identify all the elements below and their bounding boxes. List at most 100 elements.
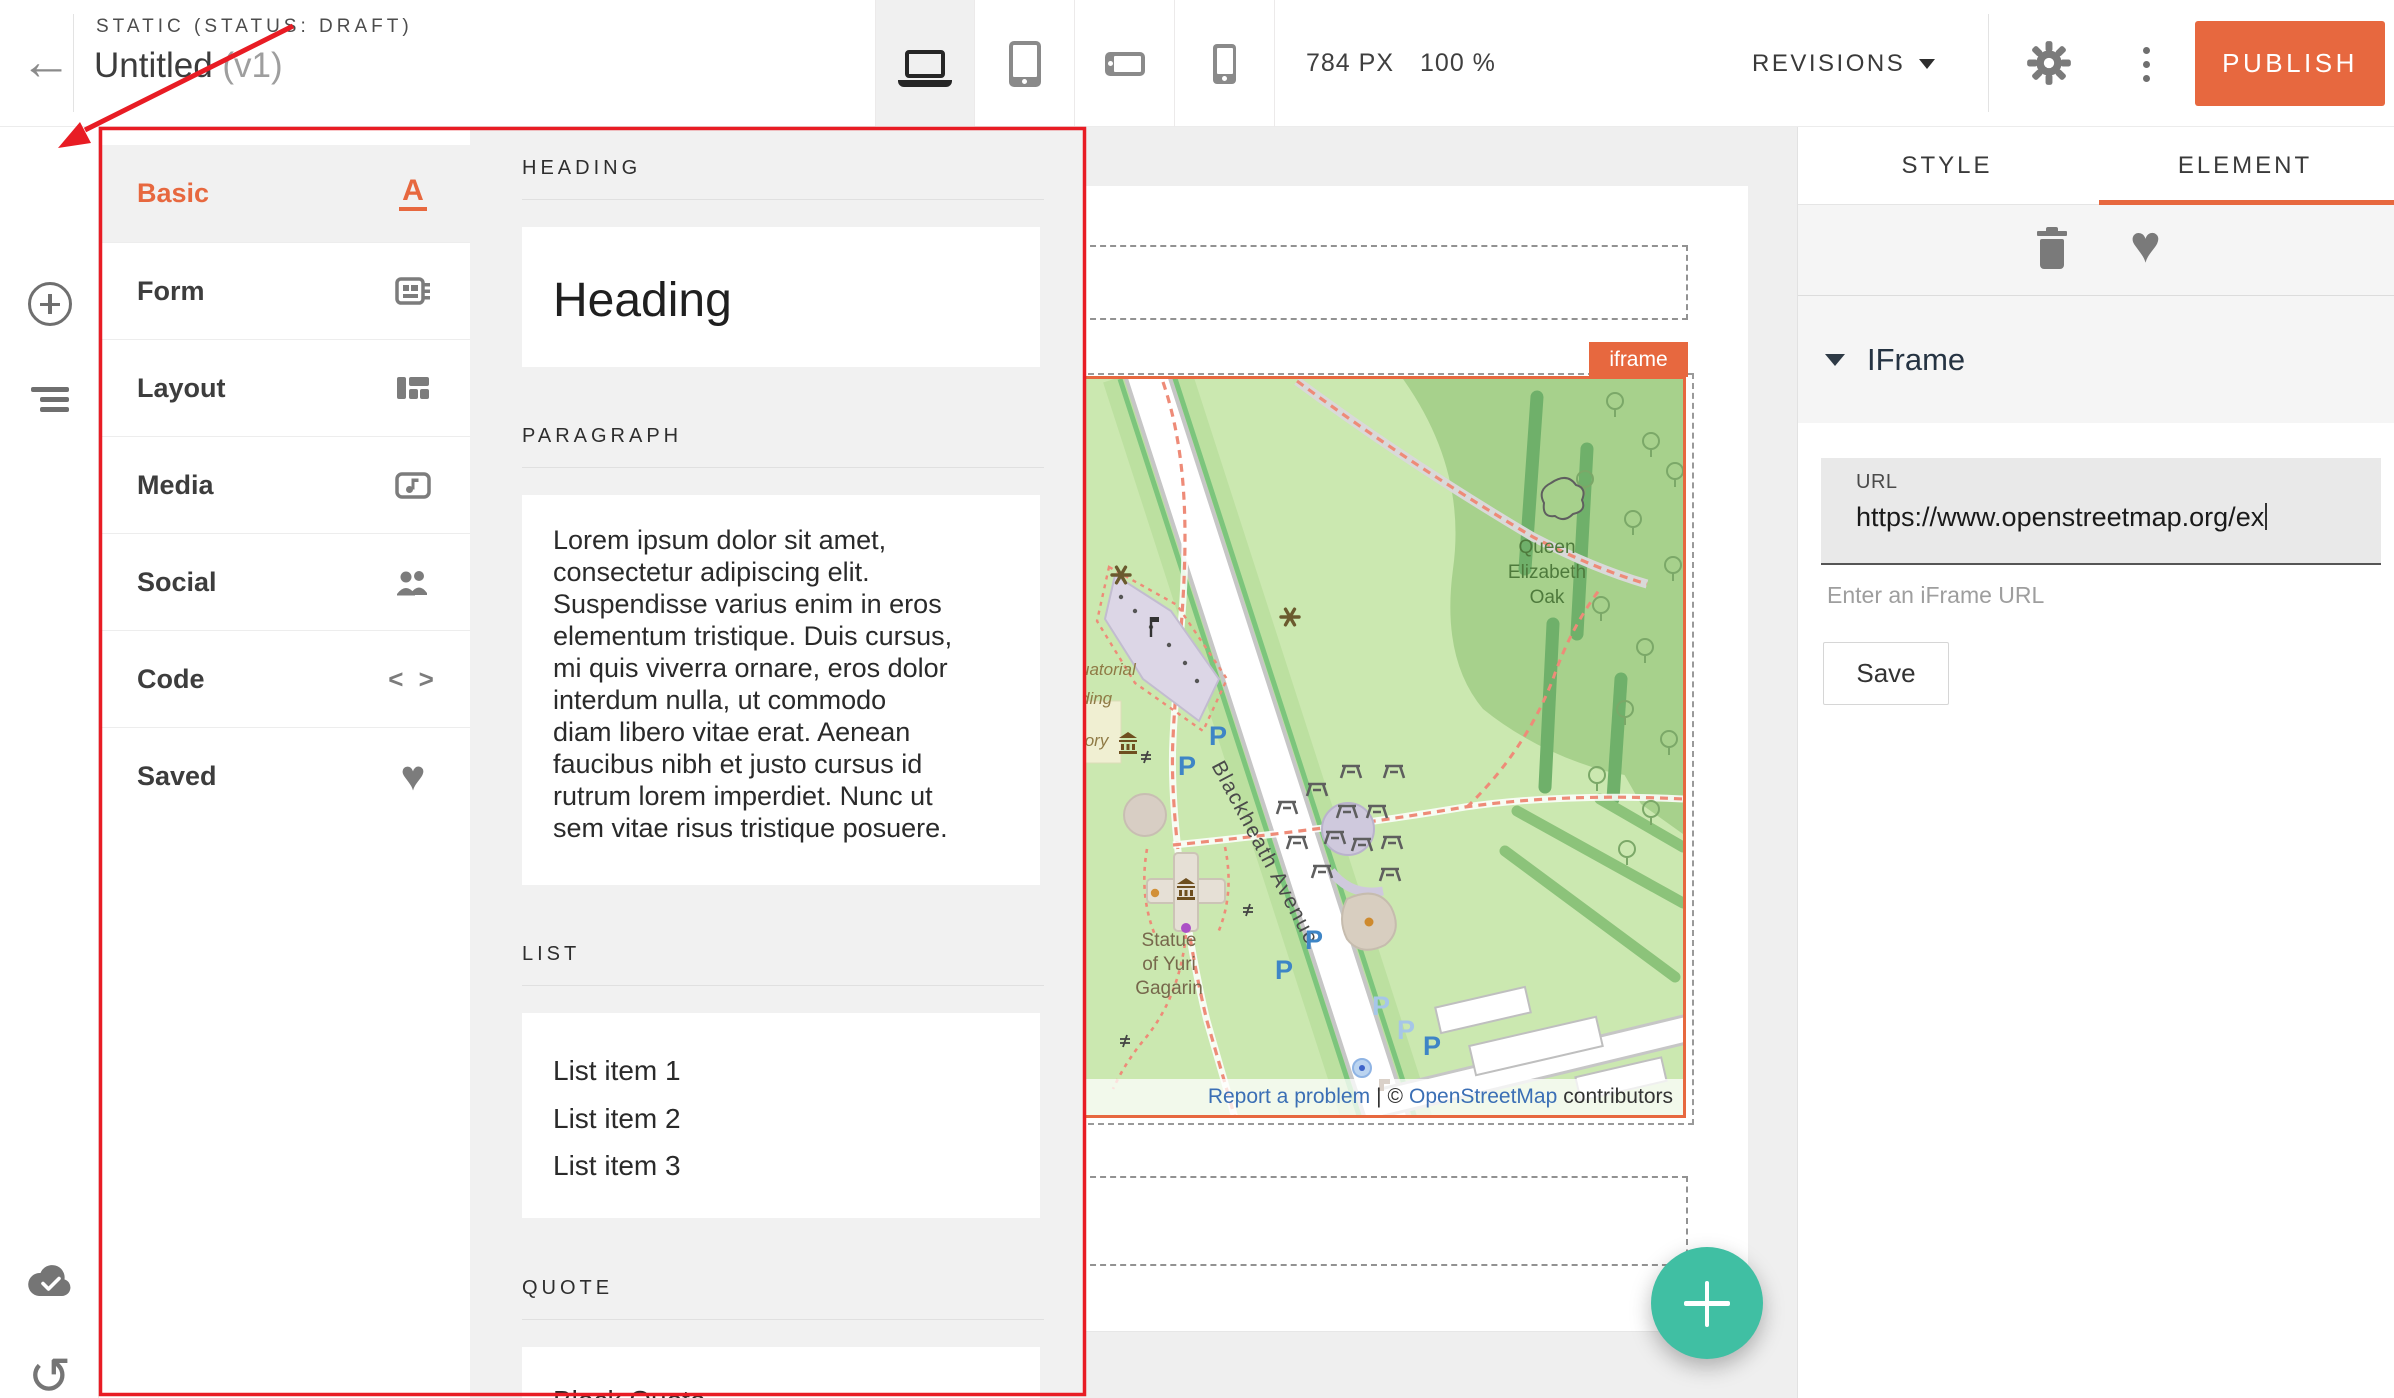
inspector-tabs: STYLE ELEMENT: [1798, 127, 2394, 205]
quote-card-text: Block Quote: [522, 1347, 1040, 1398]
tab-style[interactable]: STYLE: [1798, 127, 2096, 204]
kebab-icon: [2143, 47, 2150, 54]
map-label-partial-building: ding: [1082, 689, 1112, 709]
status-label: STATIC (STATUS: DRAFT): [96, 16, 413, 38]
iframe-section-title: IFrame: [1867, 342, 1965, 378]
parking-icon: P: [1305, 925, 1323, 956]
add-section-fab[interactable]: [1651, 1247, 1763, 1359]
viewport-width[interactable]: 784 PX: [1306, 49, 1394, 78]
section-rule: [522, 1319, 1044, 1320]
canvas-placeholder-top[interactable]: [1080, 245, 1688, 320]
favorite-element-button[interactable]: ♥: [2130, 219, 2161, 271]
device-tab-phone[interactable]: [1175, 0, 1275, 127]
openstreetmap-link[interactable]: OpenStreetMap: [1409, 1085, 1557, 1109]
topbar: ← STATIC (STATUS: DRAFT) Untitled (v1) 7…: [0, 0, 2394, 127]
publish-button[interactable]: PUBLISH: [2195, 21, 2385, 106]
section-label-paragraph: PARAGRAPH: [522, 425, 682, 448]
element-card-paragraph[interactable]: Lorem ipsum dolor sit amet, consectetur …: [522, 495, 1040, 885]
iframe-url-input[interactable]: URL https://www.openstreetmap.org/ex: [1821, 458, 2381, 565]
element-card-heading[interactable]: Heading: [522, 227, 1040, 367]
iframe-section-header[interactable]: IFrame: [1798, 296, 2394, 423]
map-attribution: Report a problem | © OpenStreetMap contr…: [1085, 1079, 1683, 1115]
add-element-button[interactable]: [0, 279, 99, 329]
canvas-placeholder-bottom[interactable]: [1080, 1176, 1688, 1266]
zoom-level[interactable]: 100 %: [1420, 49, 1496, 78]
list-item: List item 3: [553, 1142, 1040, 1190]
map-label-partial-equatorial: uatorial: [1082, 660, 1136, 680]
elements-list-panel: HEADING Heading PARAGRAPH Lorem ipsum do…: [470, 127, 1084, 1398]
element-category-panel: Basic A Form Layo: [99, 127, 470, 1398]
page-version: (v1): [222, 46, 282, 85]
social-people-icon: [392, 561, 434, 603]
undo-button[interactable]: ↺: [0, 1349, 99, 1398]
gear-icon: [2026, 40, 2072, 86]
saved-status-button[interactable]: [0, 1255, 99, 1305]
laptop-icon: [905, 50, 945, 78]
form-icon: [392, 270, 434, 312]
category-code[interactable]: Code < >: [99, 630, 470, 727]
section-label-list: LIST: [522, 943, 580, 966]
circle-plus-icon: [28, 282, 72, 326]
revisions-dropdown[interactable]: REVISIONS: [1752, 0, 1935, 127]
map-label-wood: Queen Elizabeth Oak: [1499, 535, 1595, 610]
device-preview-tabs: [875, 0, 1275, 127]
parking-icon: P: [1397, 1015, 1415, 1046]
back-button[interactable]: ←: [16, 30, 76, 94]
save-button[interactable]: Save: [1823, 642, 1949, 705]
parking-icon: P: [1209, 721, 1227, 752]
layers-button[interactable]: [0, 385, 99, 415]
list-item: List item 1: [553, 1047, 1040, 1095]
element-card-list[interactable]: List item 1 List item 2 List item 3: [522, 1013, 1040, 1218]
settings-button[interactable]: [2026, 40, 2072, 86]
heart-icon: ♥: [2130, 216, 2161, 274]
category-form[interactable]: Form: [99, 242, 470, 339]
list-card-text: List item 1 List item 2 List item 3: [522, 1013, 1040, 1190]
tab-element[interactable]: ELEMENT: [2096, 127, 2394, 204]
category-media[interactable]: Media: [99, 436, 470, 533]
section-label-heading: HEADING: [522, 157, 641, 180]
page-title: Untitled (v1): [94, 46, 283, 86]
undo-icon: ↺: [28, 1351, 72, 1398]
category-basic[interactable]: Basic A: [99, 145, 470, 242]
attribution-copyright: ©: [1388, 1085, 1403, 1109]
report-problem-link[interactable]: Report a problem: [1208, 1085, 1370, 1109]
media-icon: [392, 464, 434, 506]
category-saved[interactable]: Saved ♥: [99, 727, 470, 824]
more-options-button[interactable]: [2132, 38, 2160, 90]
code-icon: < >: [388, 664, 438, 695]
text-cursor: [2265, 503, 2267, 530]
openstreetmap-iframe: Blackheath Avenue Queen Elizabeth Oak St…: [1082, 376, 1686, 1118]
iframe-element-badge: iframe: [1589, 342, 1688, 377]
delete-element-button[interactable]: [2034, 227, 2070, 273]
category-layout[interactable]: Layout: [99, 339, 470, 436]
layout-icon: [392, 367, 434, 409]
section-rule: [522, 985, 1044, 986]
text-icon: A: [399, 176, 427, 211]
inspector-panel: STYLE ELEMENT ♥ IFrame URL https://www.o…: [1797, 127, 2394, 1398]
device-tab-tablet[interactable]: [975, 0, 1075, 127]
url-input-value: https://www.openstreetmap.org/ex: [1856, 502, 2264, 532]
heading-card-text: Heading: [522, 227, 1040, 328]
collapse-caret-icon: [1825, 354, 1845, 366]
device-tab-phone-landscape[interactable]: [1075, 0, 1175, 127]
section-rule: [522, 199, 1044, 200]
category-social[interactable]: Social: [99, 533, 470, 630]
section-label-quote: QUOTE: [522, 1277, 613, 1300]
map-label-partial-observatory: tory: [1082, 731, 1108, 751]
page-builder-screen: iframe: [0, 0, 2394, 1398]
parking-icon: P: [1372, 991, 1390, 1022]
topbar-divider: [1988, 14, 1989, 112]
viewport-info: 784 PX 100 %: [1306, 0, 1496, 127]
device-tab-desktop[interactable]: [875, 0, 975, 127]
heart-icon: ♥: [401, 755, 426, 797]
layers-icon: [31, 387, 69, 413]
element-card-quote[interactable]: Block Quote: [522, 1347, 1040, 1398]
parking-icon: P: [1275, 955, 1293, 986]
tablet-icon: [1009, 41, 1041, 87]
parking-icon: P: [1423, 1031, 1441, 1062]
phone-icon: [1213, 44, 1236, 84]
cloud-check-icon: [26, 1263, 74, 1297]
back-arrow-icon: ←: [20, 32, 72, 92]
attribution-separator: |: [1376, 1085, 1381, 1109]
url-input-label: URL: [1856, 471, 2381, 494]
